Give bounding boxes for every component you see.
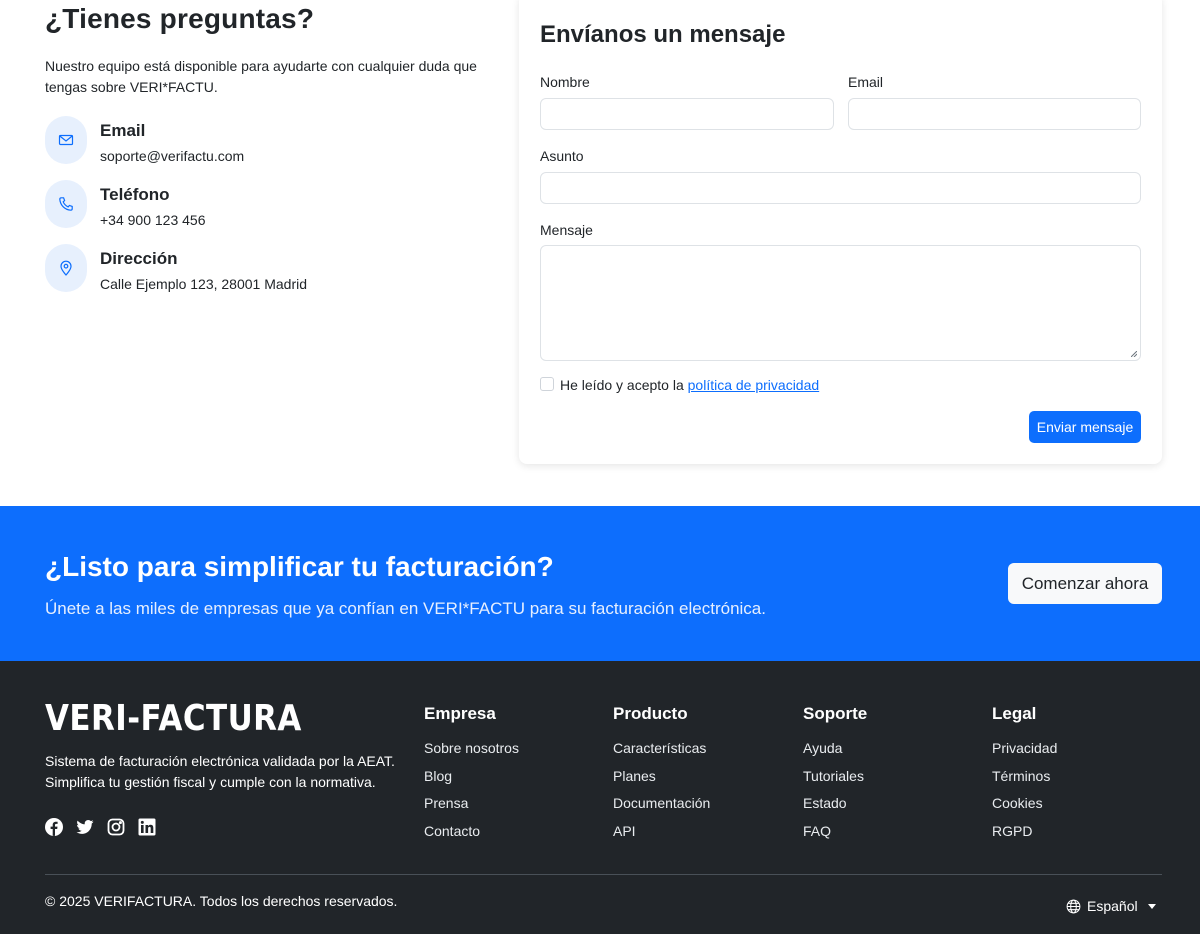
language-selector[interactable]: Español [1066, 896, 1156, 916]
privacy-checkbox[interactable] [540, 377, 554, 391]
cta-banner: ¿Listo para simplificar tu facturación? … [0, 506, 1200, 661]
form-title: Envíanos un mensaje [540, 21, 786, 48]
contact-item-title: Teléfono [100, 185, 170, 204]
contact-form-card: Envíanos un mensaje Nombre Email Asunto … [519, 0, 1162, 464]
footer-link[interactable]: Planes [613, 766, 710, 786]
social-links [45, 818, 156, 836]
footer-link[interactable]: Cookies [992, 793, 1057, 813]
contact-heading: ¿Tienes preguntas? [45, 3, 315, 34]
subject-label: Asunto [540, 148, 584, 164]
footer-column-title: Producto [613, 704, 688, 723]
footer-description: Sistema de facturación electrónica valid… [45, 753, 395, 790]
footer-link[interactable]: FAQ [803, 821, 867, 841]
footer-column-title: Empresa [424, 704, 496, 723]
message-textarea[interactable] [540, 245, 1141, 361]
cta-text: Únete a las miles de empresas que ya con… [45, 599, 766, 618]
name-input[interactable] [540, 98, 834, 130]
cta-heading: ¿Listo para simplificar tu facturación? [45, 551, 554, 582]
footer-column-soporte: Soporte Ayuda Tutoriales Estado FAQ [803, 703, 867, 848]
footer-link[interactable]: Blog [424, 766, 519, 786]
footer-column-legal: Legal Privacidad Términos Cookies RGPD [992, 703, 1057, 848]
contact-section: ¿Tienes preguntas? Nuestro equipo está d… [0, 0, 1200, 506]
facebook-icon[interactable] [45, 818, 63, 836]
footer-link[interactable]: Documentación [613, 793, 710, 813]
contact-item-title: Email [100, 121, 146, 140]
footer-link[interactable]: Ayuda [803, 738, 867, 758]
twitter-icon[interactable] [76, 818, 94, 836]
contact-intro: Nuestro equipo está disponible para ayud… [45, 58, 477, 95]
footer-link[interactable]: Prensa [424, 793, 519, 813]
contact-item-email: Email soporte@verifactu.com [45, 116, 485, 166]
resize-handle-icon[interactable] [1131, 351, 1137, 357]
footer-link[interactable]: Tutoriales [803, 766, 867, 786]
footer-link[interactable]: Contacto [424, 821, 519, 841]
footer-link[interactable]: RGPD [992, 821, 1057, 841]
globe-icon [1066, 899, 1081, 913]
contact-item-value: Calle Ejemplo 123, 28001 Madrid [100, 276, 308, 292]
footer-column-empresa: Empresa Sobre nosotros Blog Prensa Conta… [424, 703, 519, 848]
footer-link[interactable]: Estado [803, 793, 867, 813]
map-pin-icon [45, 244, 87, 292]
footer-column-producto: Producto Características Planes Document… [613, 703, 710, 848]
privacy-policy-link[interactable]: política de privacidad [688, 377, 820, 393]
consent-text: He leído y acepto la [560, 377, 688, 393]
send-message-button[interactable]: Enviar mensaje [1029, 411, 1141, 443]
contact-item-address: Dirección Calle Ejemplo 123, 28001 Madri… [45, 244, 485, 294]
phone-icon [45, 180, 87, 228]
subject-input[interactable] [540, 172, 1141, 204]
linkedin-icon[interactable] [138, 818, 156, 836]
envelope-icon [45, 116, 87, 164]
contact-item-phone: Teléfono +34 900 123 456 [45, 180, 485, 230]
footer-column-title: Soporte [803, 704, 868, 723]
name-label: Nombre [540, 74, 590, 90]
privacy-consent-label: He leído y acepto la política de privaci… [560, 376, 819, 394]
footer-link[interactable]: Términos [992, 766, 1057, 786]
email-label: Email [848, 74, 884, 90]
contact-info: ¿Tienes preguntas? Nuestro equipo está d… [45, 0, 485, 294]
footer-link[interactable]: API [613, 821, 710, 841]
contact-item-title: Dirección [100, 249, 178, 268]
message-label: Mensaje [540, 222, 593, 238]
language-label: Español [1087, 898, 1138, 914]
footer-link[interactable]: Características [613, 738, 710, 758]
footer-link[interactable]: Sobre nosotros [424, 738, 519, 758]
footer: VERI-FACTURA Sistema de facturación elec… [0, 661, 1200, 934]
contact-item-value: soporte@verifactu.com [100, 148, 245, 164]
start-now-button[interactable]: Comenzar ahora [1008, 563, 1162, 604]
chevron-down-icon [1147, 903, 1156, 909]
footer-column-title: Legal [992, 704, 1037, 723]
contact-item-value: +34 900 123 456 [100, 212, 206, 228]
email-input[interactable] [848, 98, 1141, 130]
footer-divider [45, 874, 1162, 875]
copyright-text: © 2025 VERIFACTURA. Todos los derechos r… [45, 893, 398, 909]
footer-link[interactable]: Privacidad [992, 738, 1057, 758]
footer-logo[interactable]: VERI-FACTURA [45, 699, 302, 739]
instagram-icon[interactable] [107, 818, 125, 836]
